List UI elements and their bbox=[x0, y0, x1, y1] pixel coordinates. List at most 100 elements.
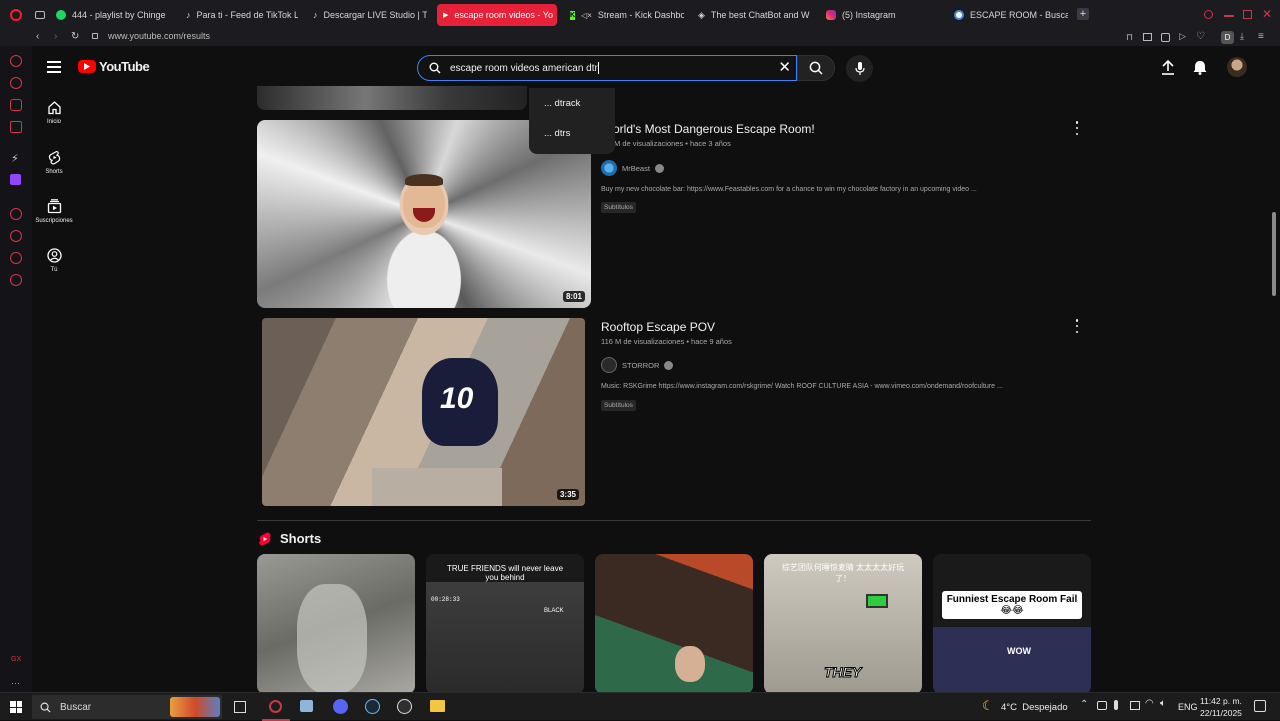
new-tab-button[interactable]: + bbox=[1077, 8, 1089, 20]
gx-icon[interactable]: GX bbox=[11, 656, 21, 663]
video-thumbnail[interactable]: 10 3:35 bbox=[262, 318, 585, 506]
extensions-icon[interactable] bbox=[10, 252, 22, 264]
tray-time[interactable]: 11:42 p. m. bbox=[1200, 696, 1242, 706]
channel-info[interactable]: MrBeast bbox=[601, 160, 664, 176]
mail-icon[interactable] bbox=[10, 121, 22, 133]
short-timestamp: 00:28:33 bbox=[431, 596, 460, 603]
player-icon[interactable]: ▷ bbox=[1179, 31, 1186, 42]
url-field[interactable]: www.youtube.com/results bbox=[108, 31, 210, 41]
search-button[interactable] bbox=[797, 55, 835, 81]
suggestion-item[interactable]: ... dtrack bbox=[544, 98, 580, 109]
back-icon[interactable]: ‹ bbox=[36, 31, 39, 42]
sidebar-more-icon[interactable]: ··· bbox=[11, 678, 20, 688]
taskbar-search-box[interactable]: Buscar bbox=[32, 695, 222, 719]
tray-volume-icon[interactable]: 🔈︎ bbox=[1160, 698, 1166, 709]
task-view-icon[interactable] bbox=[234, 701, 246, 713]
suggestion-item[interactable]: ... dtrs bbox=[544, 128, 570, 139]
taskbar-app-folder[interactable] bbox=[430, 700, 445, 712]
video-title[interactable]: Rooftop Escape POV bbox=[601, 320, 715, 334]
you-icon bbox=[46, 248, 62, 263]
short-thumbnail[interactable] bbox=[257, 554, 415, 694]
tab-instagram[interactable]: (5) Instagram bbox=[826, 4, 946, 26]
tab-manager-icon[interactable] bbox=[35, 11, 45, 19]
windows-start-icon[interactable] bbox=[10, 701, 22, 713]
tray-chevron-icon[interactable]: ⌃ bbox=[1080, 699, 1088, 710]
tab-kick[interactable]: K ◁× Stream - Kick Dashbo bbox=[570, 4, 684, 26]
taskbar-app-obs[interactable] bbox=[397, 699, 412, 714]
guide-item-you[interactable]: Tú bbox=[32, 248, 76, 273]
tray-language[interactable]: ENG bbox=[1178, 702, 1198, 712]
browser-tab-bar: 444 - playlist by Chinge ♪ Para ti - Fee… bbox=[0, 0, 1280, 30]
snapshot-icon[interactable] bbox=[1143, 33, 1152, 41]
profile-d-icon[interactable]: D bbox=[1221, 31, 1234, 44]
settings-icon[interactable] bbox=[10, 274, 22, 286]
previous-video-thumbnail[interactable] bbox=[257, 86, 527, 110]
channel-info[interactable]: STORROR bbox=[601, 357, 674, 373]
short-thumbnail[interactable] bbox=[595, 554, 753, 694]
hamburger-menu-icon[interactable] bbox=[47, 61, 61, 73]
upload-icon[interactable] bbox=[1161, 59, 1175, 80]
short-thumbnail[interactable]: TRUE FRIENDS will never leave you behind… bbox=[426, 554, 584, 694]
guide-item-subscriptions[interactable]: Suscripciones bbox=[32, 199, 76, 224]
tab-label: Descargar LIVE Studio | T bbox=[323, 10, 428, 20]
pin-icon[interactable]: ⊓ bbox=[1126, 32, 1133, 43]
history-icon[interactable] bbox=[10, 230, 22, 242]
avatar[interactable] bbox=[1227, 57, 1247, 77]
download-icon[interactable]: ⤓ bbox=[1240, 31, 1244, 42]
tab-tiktok-live[interactable]: ♪ Descargar LIVE Studio | T bbox=[313, 4, 427, 26]
short-screen bbox=[866, 594, 888, 608]
instagram-sidebar-icon[interactable] bbox=[10, 99, 22, 111]
tab-chatbot[interactable]: ◈ The best ChatBot and W bbox=[698, 4, 810, 26]
tab-spotify[interactable]: 444 - playlist by Chinge bbox=[56, 4, 174, 26]
short-thumbnail[interactable]: Funniest Escape Room Fail 😂😂 WOW bbox=[933, 554, 1091, 694]
reload-icon[interactable]: ↻ bbox=[71, 31, 79, 42]
taskbar-app-explorer[interactable] bbox=[300, 700, 313, 712]
forward-icon[interactable]: › bbox=[54, 31, 57, 42]
taskbar-app-opera[interactable] bbox=[262, 693, 290, 721]
youtube-logo[interactable]: YouTube bbox=[78, 59, 150, 74]
shorts-heading-text: Shorts bbox=[280, 531, 322, 546]
more-actions-button[interactable] bbox=[1072, 121, 1082, 135]
search-tabs-icon[interactable] bbox=[1204, 10, 1213, 19]
tiktok-icon: ♪ bbox=[186, 10, 191, 20]
weather-text[interactable]: 4°C Despejado bbox=[1001, 702, 1068, 713]
tab-google[interactable]: ESCAPE ROOM - Buscar c bbox=[954, 4, 1068, 26]
guide-label: Inicio bbox=[46, 119, 61, 125]
tab-youtube-active[interactable]: ▶ escape room videos - Yo bbox=[437, 4, 557, 26]
maximize-button[interactable] bbox=[1243, 10, 1252, 19]
chatgpt-icon: ◈ bbox=[698, 9, 705, 20]
aria-icon[interactable] bbox=[10, 55, 22, 67]
page-scrollbar[interactable] bbox=[1272, 212, 1276, 296]
more-actions-button[interactable] bbox=[1072, 319, 1082, 333]
taskbar-app-discord[interactable] bbox=[333, 699, 348, 714]
clear-search-button[interactable]: ✕ bbox=[778, 58, 791, 76]
minimize-button[interactable] bbox=[1224, 15, 1234, 17]
player-sidebar-icon[interactable] bbox=[10, 208, 22, 220]
notification-center-icon[interactable] bbox=[1254, 700, 1266, 712]
tray-onedrive-icon[interactable] bbox=[1097, 701, 1107, 710]
search-input[interactable]: escape room videos american dtr ✕ bbox=[417, 55, 797, 81]
opera-logo-icon[interactable] bbox=[10, 9, 22, 21]
tray-date[interactable]: 22/11/2025 bbox=[1200, 708, 1242, 718]
tray-mic-icon[interactable] bbox=[1114, 700, 1118, 710]
tray-network-icon[interactable] bbox=[1130, 701, 1140, 710]
heart-icon[interactable]: ♡ bbox=[1196, 31, 1205, 42]
microphone-icon bbox=[854, 61, 865, 75]
notifications-bell-icon[interactable] bbox=[1193, 60, 1207, 80]
messenger-icon[interactable] bbox=[10, 77, 22, 89]
subtitles-badge: Subtítulos bbox=[601, 202, 636, 213]
video-title[interactable]: orld's Most Dangerous Escape Room! bbox=[613, 122, 815, 136]
tab-tiktok[interactable]: ♪ Para ti - Feed de TikTok L bbox=[186, 4, 298, 26]
short-thumbnail[interactable]: 综艺团队何睡惊麦睛 太太太太好玩了！ THEY bbox=[764, 554, 922, 694]
guide-item-home[interactable]: Inicio bbox=[32, 100, 76, 125]
taskbar-app-steam[interactable] bbox=[365, 699, 380, 714]
menu-icon[interactable]: ≡ bbox=[1258, 31, 1264, 42]
kick-sidebar-icon[interactable]: ⚡ bbox=[11, 152, 19, 165]
tray-wifi-icon[interactable]: ◠ bbox=[1145, 698, 1154, 709]
guide-item-shorts[interactable]: Shorts bbox=[32, 150, 76, 175]
voice-search-button[interactable] bbox=[846, 55, 873, 82]
address-bar: ‹ › ↻ www.youtube.com/results ⊓ ▷ ♡ D ⤓ … bbox=[0, 30, 1280, 46]
shield-icon[interactable] bbox=[1161, 33, 1170, 42]
close-window-button[interactable]: ✕ bbox=[1262, 7, 1272, 21]
twitch-icon[interactable] bbox=[10, 174, 21, 185]
